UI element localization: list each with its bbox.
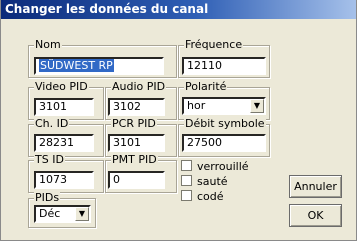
checkbox-box[interactable] bbox=[181, 160, 192, 171]
label-ch-id: Ch. ID bbox=[34, 117, 70, 130]
pids-select[interactable]: Déc ▼ bbox=[34, 205, 91, 223]
label-nom: Nom bbox=[34, 38, 62, 51]
cancel-button[interactable]: Annuler bbox=[289, 175, 342, 198]
ch-id-input[interactable]: 28231 bbox=[34, 134, 94, 152]
video-pid-input[interactable]: 3101 bbox=[34, 98, 94, 116]
label-pcr-pid: PCR PID bbox=[111, 117, 157, 130]
dialog-window: Changer les données du canal Nom SÜDWEST… bbox=[0, 0, 357, 241]
label-frequence: Fréquence bbox=[184, 38, 244, 51]
frequence-input[interactable]: 12110 bbox=[182, 57, 266, 75]
label-pmt-pid: PMT PID bbox=[111, 153, 158, 166]
dropdown-arrow-icon[interactable]: ▼ bbox=[75, 207, 89, 221]
label-audio-pid: Audio PID bbox=[111, 80, 167, 93]
checkbox-saute-label: sauté bbox=[197, 175, 228, 188]
pcr-pid-input[interactable]: 3101 bbox=[108, 134, 165, 152]
polarite-value: hor bbox=[187, 99, 206, 112]
label-video-pid: Video PID bbox=[34, 80, 89, 93]
ok-button[interactable]: OK bbox=[289, 204, 342, 227]
label-ts-id: TS ID bbox=[34, 153, 65, 166]
window-title: Changer les données du canal bbox=[1, 0, 356, 19]
polarite-select[interactable]: hor ▼ bbox=[182, 97, 266, 115]
label-debit-symbole: Débit symbole bbox=[184, 117, 266, 130]
debit-symbole-input[interactable]: 27500 bbox=[182, 134, 266, 152]
label-polarite: Polarité bbox=[184, 80, 228, 93]
checkbox-verrouille[interactable]: verrouillé bbox=[181, 160, 249, 173]
label-pids: PIDs bbox=[34, 191, 61, 204]
ts-id-input[interactable]: 1073 bbox=[34, 171, 94, 189]
checkbox-code[interactable]: codé bbox=[181, 190, 224, 203]
checkbox-saute[interactable]: sauté bbox=[181, 175, 228, 188]
nom-value: SÜDWEST RP bbox=[39, 59, 114, 72]
pids-value: Déc bbox=[39, 207, 61, 220]
pmt-pid-input[interactable]: 0 bbox=[108, 171, 165, 189]
checkbox-code-label: codé bbox=[197, 190, 224, 203]
checkbox-box[interactable] bbox=[181, 175, 192, 186]
checkbox-box[interactable] bbox=[181, 190, 192, 201]
audio-pid-input[interactable]: 3102 bbox=[108, 98, 165, 116]
nom-input[interactable]: SÜDWEST RP bbox=[34, 57, 164, 75]
checkbox-verrouille-label: verrouillé bbox=[197, 160, 249, 173]
dropdown-arrow-icon[interactable]: ▼ bbox=[250, 99, 264, 113]
